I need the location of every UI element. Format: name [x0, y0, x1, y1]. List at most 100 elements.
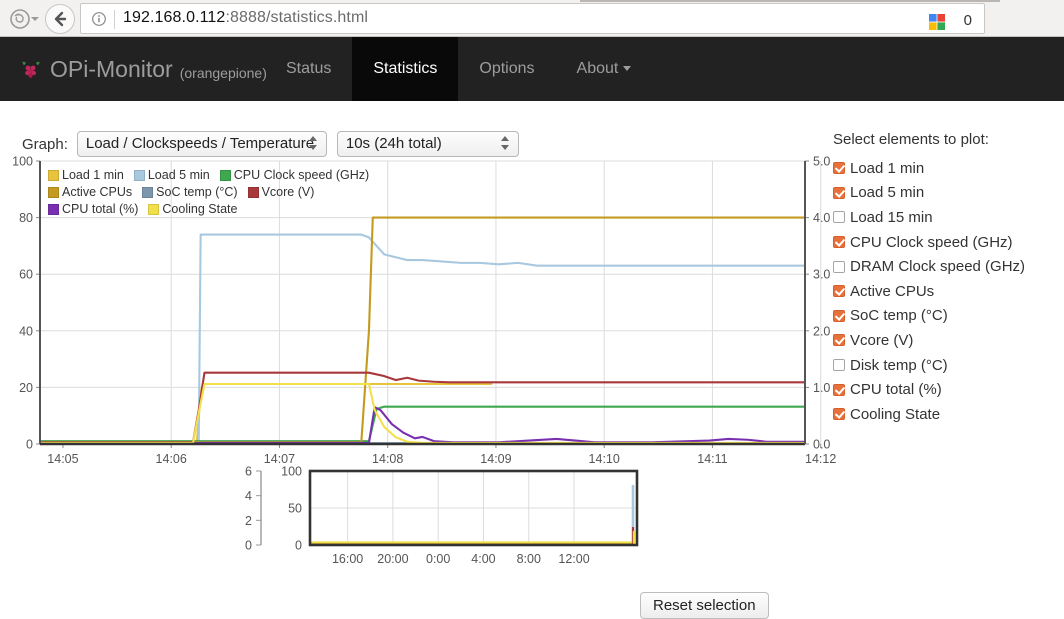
app-navbar: OPi-Monitor (orangepione) Status Statist… [0, 37, 1064, 101]
plot-option-label: Load 1 min [850, 159, 925, 177]
checkbox-cpu-total[interactable] [833, 383, 845, 396]
nav-item-statistics[interactable]: Statistics [352, 37, 459, 101]
nav-items: Status Statistics Options About [265, 37, 652, 101]
legend-label: Vcore (V) [261, 185, 315, 199]
plot-option-row[interactable]: Load 5 min [833, 181, 1058, 206]
plot-selector-list: Load 1 min Load 5 min Load 15 min CPU Clock… [833, 156, 1058, 427]
legend-item: Load 1 min [48, 167, 124, 184]
legend-row: CPU total (%) Cooling State [48, 201, 369, 218]
plot-option-row[interactable]: Disk temp (°C) [833, 353, 1058, 378]
svg-text:16:00: 16:00 [332, 552, 363, 566]
legend-label: SoC temp (°C) [156, 185, 238, 199]
svg-text:0: 0 [295, 539, 302, 553]
url-text: 192.168.0.112:8888/statistics.html [123, 9, 368, 27]
plot-option-row[interactable]: CPU total (%) [833, 377, 1058, 402]
page-info-icon[interactable] [91, 11, 107, 27]
brand[interactable]: OPi-Monitor (orangepione) [20, 51, 267, 87]
svg-text:100: 100 [12, 155, 33, 169]
svg-text:4:00: 4:00 [471, 552, 495, 566]
plot-option-label: Disk temp (°C) [850, 356, 948, 374]
plot-selector-title: Select elements to plot: [833, 131, 989, 148]
raspberry-icon [20, 59, 42, 81]
svg-text:8:00: 8:00 [517, 552, 541, 566]
legend-swatch-icon [48, 187, 59, 198]
plot-option-row[interactable]: Vcore (V) [833, 328, 1058, 353]
legend-item: Vcore (V) [247, 184, 315, 201]
url-host: 192.168.0.112 [123, 9, 226, 26]
mini-chart[interactable]: 0 2 4 6 0 50 100 16:00 20:00 0:00 4:00 8:00 12:00 [238, 459, 798, 569]
reset-selection-button[interactable]: Reset selection [640, 592, 769, 619]
legend-label: Load 1 min [62, 168, 124, 182]
nav-label-status: Status [286, 60, 332, 77]
svg-text:3.0: 3.0 [813, 268, 830, 282]
svg-text:2: 2 [245, 514, 252, 528]
firefox-logo-icon[interactable] [8, 7, 32, 31]
legend-item: Active CPUs [48, 184, 132, 201]
address-bar[interactable]: 192.168.0.112:8888/statistics.html 0 [80, 3, 985, 34]
nav-item-about[interactable]: About [556, 37, 653, 101]
nav-item-options[interactable]: Options [458, 37, 555, 101]
legend-row: Load 1 min Load 5 min CPU Clock speed (GHz… [48, 167, 369, 184]
url-path: :8888/statistics.html [225, 9, 369, 26]
chart-legend: Load 1 min Load 5 min CPU Clock speed (GHz… [48, 167, 369, 218]
checkbox-load-15-min[interactable] [833, 211, 845, 224]
caret-down-icon [623, 66, 632, 72]
address-bar-divider [114, 10, 115, 29]
plot-option-row[interactable]: SoC temp (°C) [833, 304, 1058, 329]
legend-swatch-icon [48, 204, 59, 215]
plot-option-row[interactable]: Cooling State [833, 402, 1058, 427]
svg-text:0: 0 [245, 539, 252, 553]
back-button[interactable] [45, 4, 75, 34]
legend-item: Load 5 min [133, 167, 210, 184]
plot-option-row[interactable]: Load 15 min [833, 205, 1058, 230]
nav-label-about: About [576, 60, 619, 77]
checkbox-cpu-clock-speed-ghz[interactable] [833, 236, 845, 249]
legend-item: SoC temp (°C) [142, 184, 238, 201]
legend-swatch-icon [247, 187, 259, 198]
plot-option-label: Active CPUs [850, 282, 935, 300]
legend-item: CPU total (%) [48, 201, 138, 218]
legend-row: Active CPUs SoC temp (°C) Vcore (V) [48, 184, 369, 201]
extension-icon[interactable] [928, 13, 946, 31]
plot-option-row[interactable]: Active CPUs [833, 279, 1058, 304]
legend-swatch-icon [142, 187, 154, 198]
plot-element-selector: Select elements to plot: Load 1 min Load … [833, 131, 1058, 427]
chevron-down-icon[interactable] [31, 17, 39, 21]
legend-label: CPU Clock speed (GHz) [233, 168, 370, 182]
checkbox-load-1-min[interactable] [833, 162, 845, 175]
brand-hostname: (orangepione) [179, 65, 267, 81]
plot-option-row[interactable]: DRAM Clock speed (GHz) [833, 254, 1058, 279]
svg-text:20:00: 20:00 [377, 552, 408, 566]
checkbox-vcore-v[interactable] [833, 334, 845, 347]
svg-text:12:00: 12:00 [558, 552, 589, 566]
svg-text:2.0: 2.0 [813, 324, 830, 338]
nav-label-statistics: Statistics [373, 60, 438, 77]
plot-option-label: DRAM Clock speed (GHz) [850, 258, 1026, 276]
nav-item-status[interactable]: Status [265, 37, 352, 101]
graph-type-value: Load / Clockspeeds / Temperature [85, 135, 315, 152]
plot-option-label: Cooling State [850, 405, 941, 423]
plot-option-label: SoC temp (°C) [850, 307, 948, 325]
svg-text:14:06: 14:06 [156, 452, 187, 466]
plot-option-row[interactable]: CPU Clock speed (GHz) [833, 230, 1058, 255]
browser-toolbar: 192.168.0.112:8888/statistics.html 0 [0, 0, 1064, 37]
svg-text:5.0: 5.0 [813, 155, 830, 169]
checkbox-active-cpus[interactable] [833, 285, 845, 298]
svg-text:14:12: 14:12 [805, 452, 836, 466]
graph-label: Graph: [22, 135, 68, 153]
plot-option-row[interactable]: Load 1 min [833, 156, 1058, 181]
checkbox-load-5-min[interactable] [833, 186, 845, 199]
main-chart[interactable]: 0 20 40 60 80 100 0.0 1.0 2.0 3.0 4.0 5.0 14:05 14:06… [0, 153, 845, 473]
svg-text:50: 50 [288, 502, 302, 516]
checkbox-disk-temp-c[interactable] [833, 359, 845, 372]
svg-text:14:05: 14:05 [47, 452, 78, 466]
svg-text:1.0: 1.0 [813, 381, 830, 395]
plot-option-label: CPU Clock speed (GHz) [850, 233, 1013, 251]
checkbox-cooling-state[interactable] [833, 408, 845, 421]
legend-swatch-icon [219, 170, 231, 181]
checkbox-dram-clock-speed-ghz[interactable] [833, 260, 845, 273]
svg-text:100: 100 [281, 465, 302, 479]
checkbox-soc-temp-c[interactable] [833, 309, 845, 322]
legend-swatch-icon [48, 170, 59, 181]
legend-swatch-icon [148, 204, 160, 215]
